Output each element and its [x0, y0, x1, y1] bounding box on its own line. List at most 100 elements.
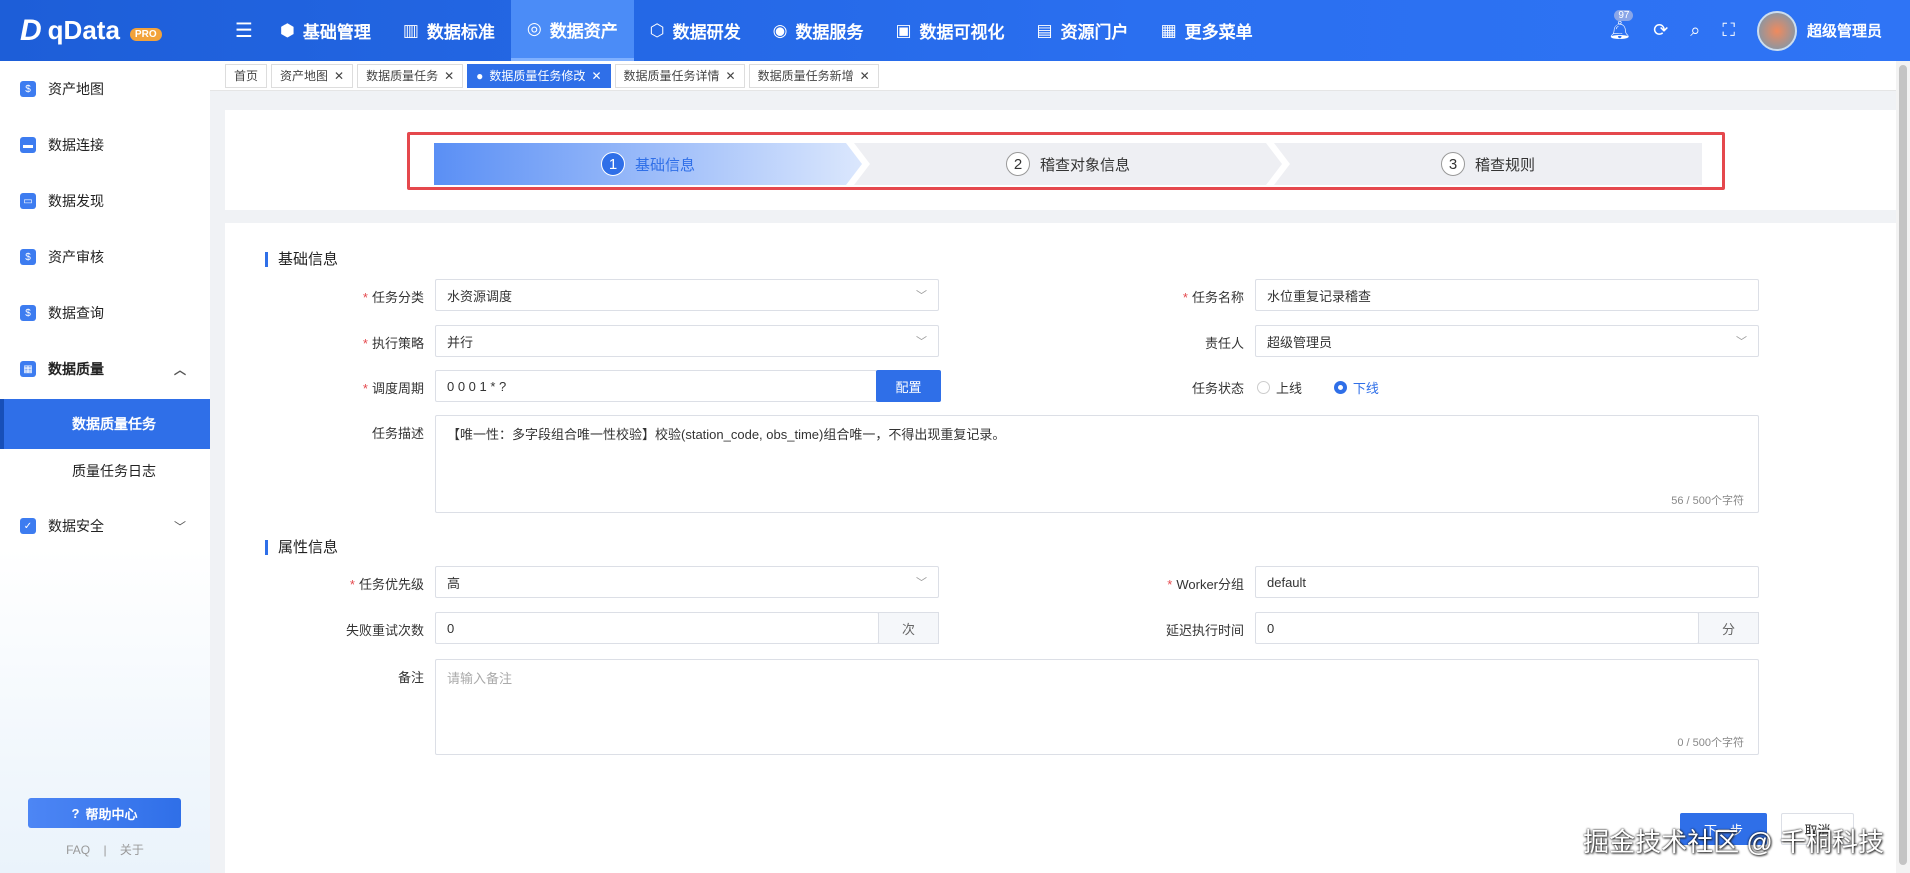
owner-select[interactable]: 超级管理员 ﹀	[1255, 325, 1759, 357]
radio-label: 下线	[1352, 381, 1379, 396]
user-name[interactable]: 超级管理员	[1807, 20, 1882, 41]
step-number: 1	[601, 152, 625, 176]
sidebar-item-data-connect[interactable]: ▬ 数据连接	[0, 120, 210, 170]
category-select[interactable]: 水资源调度 ﹀	[435, 279, 939, 311]
desc-value: 【唯一性：多字段组合唯一性校验】校验(station_code, obs_tim…	[447, 427, 1006, 442]
bell-icon[interactable]: 🔔︎ 97	[1608, 10, 1634, 41]
hex-icon: ⬡	[649, 20, 665, 40]
nav-data-service[interactable]: ◉ 数据服务	[757, 0, 880, 61]
nav-visualization[interactable]: ▣ 数据可视化	[879, 0, 1020, 61]
close-icon[interactable]: ✕	[591, 69, 601, 83]
sidebar-item-quality-task[interactable]: 数据质量任务	[0, 399, 210, 449]
task-name-input[interactable]: 水位重复记录稽查	[1255, 279, 1759, 311]
owner-label: 责任人	[1204, 336, 1244, 351]
status-online-radio[interactable]: 上线	[1257, 378, 1302, 397]
pro-badge: PRO	[129, 27, 162, 41]
nav-data-assets[interactable]: ◎ 数据资产	[510, 0, 634, 61]
chevron-down-icon: ﹀	[173, 519, 186, 534]
map-icon: $	[20, 81, 36, 97]
refresh-icon[interactable]: ⟳	[1653, 20, 1668, 41]
faq-link[interactable]: FAQ	[66, 843, 90, 857]
close-icon[interactable]: ✕	[444, 69, 454, 83]
worker-label: * Worker分组	[1167, 577, 1244, 592]
nav-label: 数据标准	[426, 23, 495, 42]
retry-unit: 次	[878, 612, 939, 644]
search-icon[interactable]: ⌕	[1690, 20, 1700, 41]
tab-label: 数据质量任务新增	[757, 69, 854, 83]
close-icon[interactable]: ✕	[726, 69, 736, 83]
step-rules[interactable]: 3 稽查规则	[1274, 143, 1702, 185]
close-icon[interactable]: ✕	[334, 69, 344, 83]
nav-label: 数据可视化	[919, 23, 1005, 42]
section-title-basic: 基础信息	[265, 252, 338, 267]
step-target-info[interactable]: 2 稽查对象信息	[854, 143, 1282, 185]
help-center-button[interactable]: ? 帮助中心	[28, 798, 181, 828]
ring-icon: ◉	[772, 20, 788, 40]
priority-select[interactable]: 高 ﹀	[435, 566, 939, 598]
about-link[interactable]: 关于	[120, 843, 144, 857]
scrollbar-thumb[interactable]	[1899, 65, 1907, 865]
step-label: 基础信息	[634, 156, 695, 174]
fullscreen-icon[interactable]: ⛶	[1722, 20, 1735, 41]
tab-quality-task-edit[interactable]: ● 数据质量任务修改 ✕	[467, 63, 611, 88]
strategy-value: 并行	[447, 334, 474, 350]
retry-value: 0	[447, 620, 455, 636]
scrollbar[interactable]	[1896, 61, 1910, 873]
nav-more[interactable]: ▦ 更多菜单	[1145, 0, 1269, 61]
nav-label: 资源门户	[1060, 23, 1129, 42]
cron-input[interactable]: 0 0 0 1 * ?	[435, 370, 877, 402]
form-card	[225, 223, 1896, 873]
step-basic-info[interactable]: 1 基础信息	[434, 143, 862, 185]
nav-basic-mgmt[interactable]: ⬢ 基础管理	[264, 0, 387, 61]
avatar[interactable]	[1756, 10, 1797, 51]
task-name-value: 水位重复记录稽查	[1267, 288, 1372, 304]
nav-resource-portal[interactable]: ▤ 资源门户	[1021, 0, 1145, 61]
sidebar-label: 数据质量任务	[72, 416, 156, 432]
tab-quality-task-detail[interactable]: 数据质量任务详情 ✕	[614, 63, 745, 88]
priority-label: * 任务优先级	[349, 577, 424, 592]
nav-label: 基础管理	[302, 23, 371, 42]
sidebar-item-asset-audit[interactable]: $ 资产审核	[0, 232, 210, 282]
worker-input[interactable]: default	[1255, 566, 1759, 598]
close-icon[interactable]: ✕	[860, 69, 870, 83]
menu-collapse-icon[interactable]: ☰	[224, 18, 264, 43]
strategy-select[interactable]: 并行 ﹀	[435, 325, 939, 357]
delay-unit: 分	[1698, 612, 1759, 644]
desc-textarea[interactable]: 【唯一性：多字段组合唯一性校验】校验(station_code, obs_tim…	[435, 415, 1759, 513]
audit-icon: $	[20, 249, 36, 265]
tab-asset-map[interactable]: 资产地图 ✕	[271, 63, 354, 88]
remark-textarea[interactable]: 请输入备注 0 / 500个字符	[435, 659, 1759, 755]
chevron-down-icon: ﹀	[916, 577, 927, 589]
nav-label: 更多菜单	[1184, 23, 1253, 42]
tab-quality-task[interactable]: 数据质量任务 ✕	[357, 63, 464, 88]
retry-input[interactable]: 0	[435, 612, 879, 644]
sidebar-item-data-quality[interactable]: ▦ 数据质量 ︿	[0, 344, 210, 394]
logo-text: qData	[47, 15, 120, 45]
discover-icon: ▭	[20, 193, 36, 209]
radio-icon	[1257, 381, 1270, 394]
status-offline-radio[interactable]: 下线	[1333, 378, 1379, 397]
nav-data-standard[interactable]: ▥ 数据标准	[387, 0, 511, 61]
status-label: 任务状态	[1191, 381, 1244, 396]
sidebar-item-data-discover[interactable]: ▭ 数据发现	[0, 176, 210, 226]
sidebar-item-data-query[interactable]: $ 数据查询	[0, 288, 210, 338]
desc-label: 任务描述	[371, 426, 424, 441]
delay-input[interactable]: 0	[1255, 612, 1699, 644]
tab-label: 数据质量任务	[366, 69, 439, 83]
remark-label: 备注	[397, 670, 424, 685]
sidebar-label: 资产地图	[48, 81, 104, 97]
category-value: 水资源调度	[447, 288, 513, 304]
sidebar-item-data-security[interactable]: ✓ 数据安全 ﹀	[0, 501, 210, 551]
chevron-down-icon: ﹀	[916, 336, 927, 348]
tab-home[interactable]: 首页	[225, 63, 268, 88]
config-button[interactable]: 配置	[876, 370, 941, 402]
chevron-up-icon: ︿	[173, 362, 186, 377]
logo[interactable]: DqData PRO	[0, 14, 210, 48]
nav-data-dev[interactable]: ⬡ 数据研发	[634, 0, 757, 61]
question-icon: ?	[71, 805, 80, 821]
sidebar-item-quality-log[interactable]: 质量任务日志	[0, 446, 210, 496]
tab-quality-task-new[interactable]: 数据质量任务新增 ✕	[748, 63, 879, 88]
sidebar-item-asset-map[interactable]: $ 资产地图	[0, 64, 210, 114]
sidebar-label: 数据连接	[48, 137, 104, 153]
active-dot-icon: ●	[476, 68, 484, 83]
